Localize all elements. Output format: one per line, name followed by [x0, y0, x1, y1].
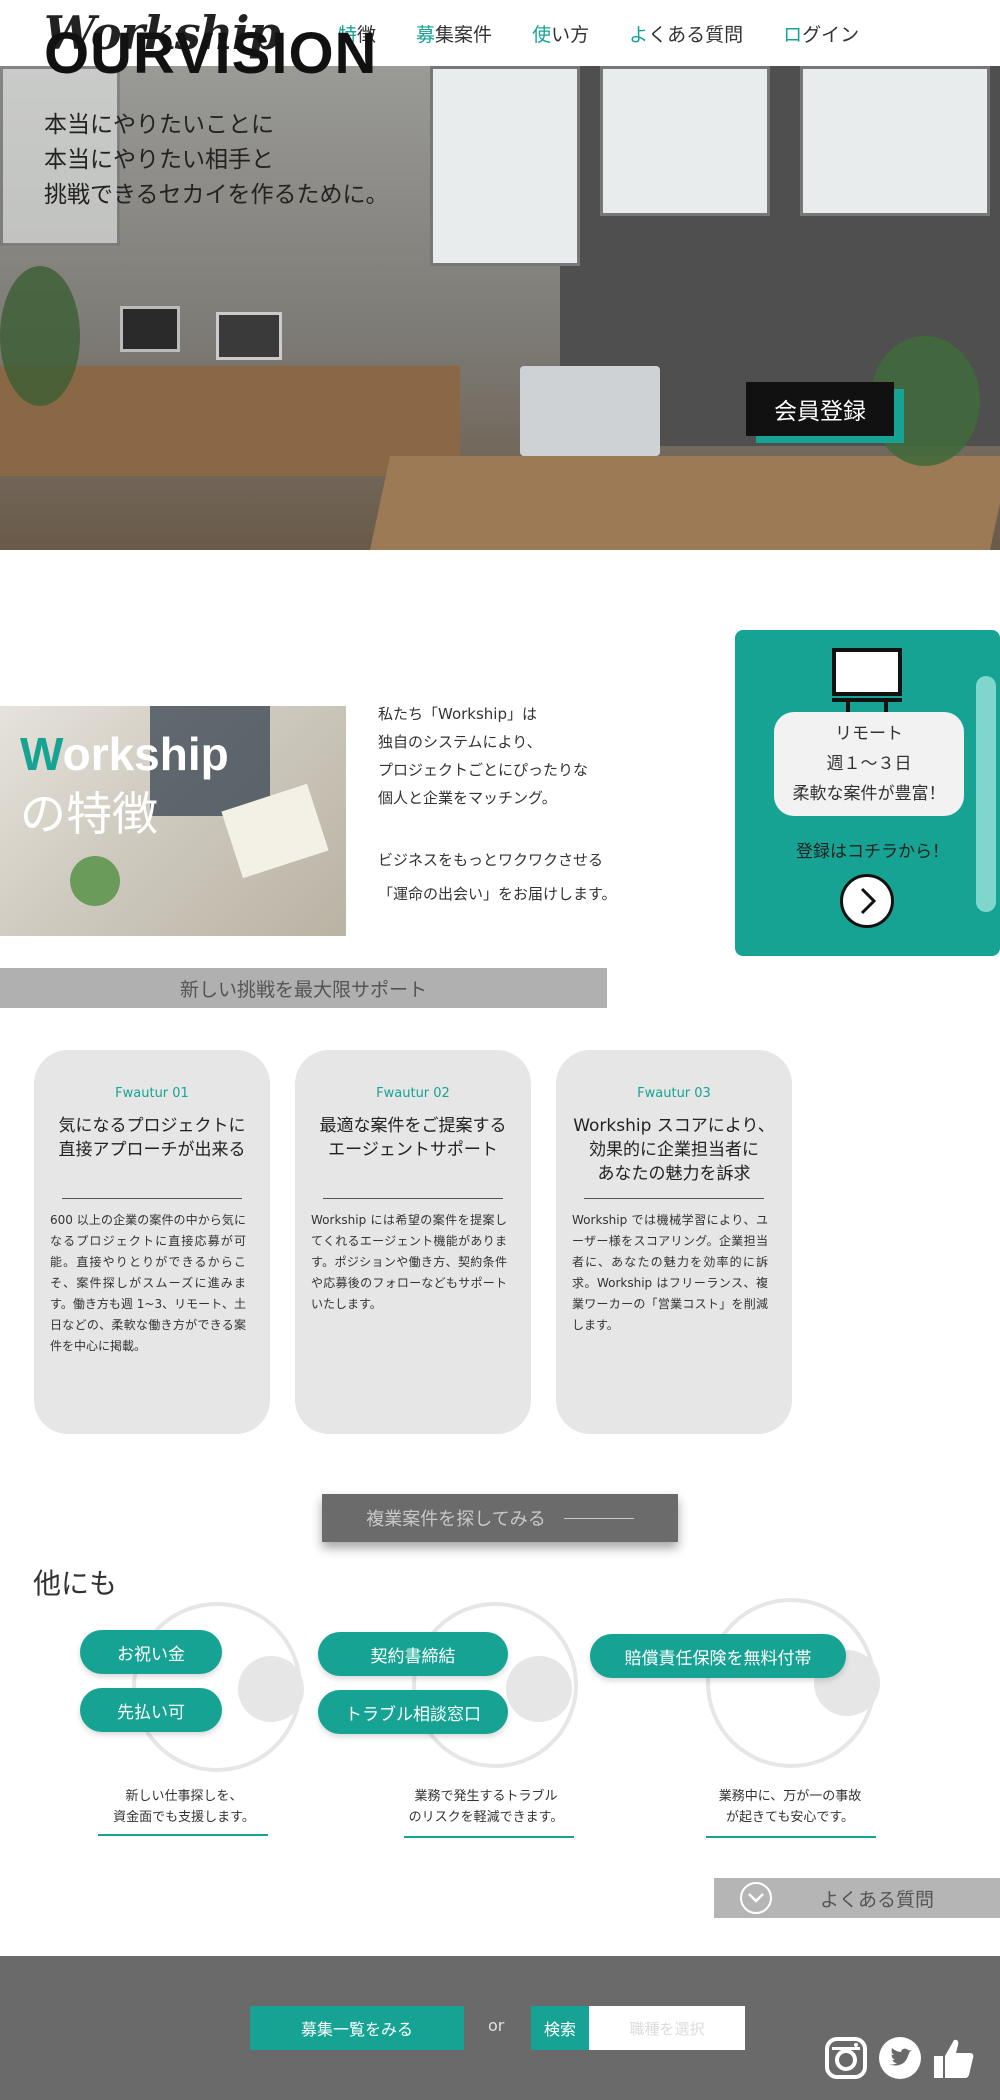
others-caption: 業務で発生するトラブル のリスクを軽減できます。	[408, 1789, 564, 1825]
nav-item-jobs[interactable]: 募集案件	[416, 20, 492, 47]
feature-heading: 気になるプロジェクトに 直接アプローチが出来る	[58, 1116, 246, 1160]
register-button[interactable]: 会員登録	[746, 382, 894, 436]
promo-bubble: リモート 週１〜３日 柔軟な案件が豊富！	[774, 712, 964, 816]
feature-divider	[584, 1198, 764, 1199]
feature-pill-contract: 契約書締結	[318, 1632, 508, 1676]
caption-underline	[706, 1836, 876, 1838]
monitor-icon	[832, 648, 902, 696]
feature-divider	[323, 1198, 503, 1199]
hero-tagline: 本当にやりたいことに 本当にやりたい相手と 挑戦できるセカイを作るために。	[44, 112, 389, 208]
feature-number: Fwautur 03	[637, 1086, 711, 1101]
or-separator: or	[488, 2016, 505, 2035]
twitter-icon[interactable]	[878, 2036, 922, 2080]
faq-label: よくある質問	[820, 1888, 935, 1911]
feature-heading: Workship スコアにより、 効果的に企業担当者に あなたの魅力を訴求	[573, 1116, 775, 1184]
intro-description: 私たち「Workship」は 独自のシステムにより、 プロジェクトごとにぴったり…	[378, 705, 617, 903]
decor-dot	[506, 1656, 572, 1722]
main-nav: 特徴 募集案件 使い方 よくある質問 ログイン	[338, 20, 859, 47]
hero-monitor	[216, 312, 282, 360]
promo-cta-text: 登録はコチラから！	[796, 842, 949, 862]
chevron-right-icon	[860, 887, 877, 915]
feature-pill-insurance: 賠償責任保険を無料付帯	[590, 1634, 846, 1678]
promo-scrollbar[interactable]	[976, 676, 996, 912]
faq-button[interactable]: よくある質問	[714, 1878, 1000, 1918]
others-caption: 業務中に、万が一の事故 が起きても安心です。	[718, 1789, 862, 1825]
chevron-down-icon	[740, 1882, 772, 1914]
feature-heading: 最適な案件をご提案する エージェントサポート	[319, 1116, 507, 1160]
intro-subtitle: の特徴	[20, 787, 158, 841]
feature-pill-bonus: お祝い金	[80, 1630, 222, 1674]
feature-number: Fwautur 01	[115, 1086, 189, 1101]
others-caption: 新しい仕事探しを、 資金面でも支援します。	[113, 1789, 255, 1825]
hero-title: OURVISION	[44, 21, 378, 86]
hero-laptop	[520, 366, 660, 456]
arrow-line-icon	[563, 1517, 634, 1519]
hero-monitor	[120, 306, 180, 352]
hero-plant	[0, 266, 80, 406]
hero-window	[600, 66, 770, 216]
nav-item-how-to-use[interactable]: 使い方	[532, 20, 589, 47]
search-button[interactable]: 検索	[531, 2006, 589, 2050]
view-listings-button[interactable]: 募集一覧をみる	[250, 2006, 464, 2050]
thumbs-up-icon[interactable]	[932, 2036, 976, 2080]
caption-underline	[404, 1836, 574, 1838]
feature-pill-prepay: 先払い可	[80, 1688, 222, 1732]
caption-underline	[98, 1834, 268, 1836]
nav-item-login[interactable]: ログイン	[783, 20, 859, 47]
feature-pill-trouble: トラブル相談窓口	[318, 1690, 508, 1734]
monitor-icon-leg	[884, 698, 888, 712]
job-type-select[interactable]: 職種を選択	[589, 2006, 745, 2050]
intro-title: Workship	[20, 728, 229, 780]
hero-window	[800, 66, 990, 216]
feature-body: Workship には希望の案件を提案してくれるエージェント機能があります。ポジ…	[311, 1213, 507, 1311]
support-banner: 新しい挑戦を最大限サポート	[0, 968, 607, 1008]
promo-arrow-button[interactable]	[840, 874, 894, 928]
feature-number: Fwautur 02	[376, 1086, 450, 1101]
instagram-icon[interactable]	[824, 2036, 868, 2080]
nav-item-faq[interactable]: よくある質問	[629, 20, 743, 47]
others-title: 他にも	[33, 1567, 118, 1600]
hero-window	[430, 66, 580, 266]
monitor-icon-leg	[846, 698, 850, 712]
feature-body: 600 以上の企業の案件の中から気になるプロジェクトに直接応募が可能。直接やりと…	[50, 1213, 246, 1353]
browse-jobs-label: 複業案件を探してみる	[366, 1509, 546, 1530]
decor-dot	[238, 1656, 304, 1722]
intro-photo-plant	[70, 856, 120, 906]
browse-jobs-button[interactable]: 複業案件を探してみる	[322, 1494, 678, 1542]
feature-body: Workship では機械学習により、ユーザー様をスコアリング。企業担当者に、あ…	[572, 1213, 768, 1332]
feature-divider	[62, 1198, 242, 1199]
hero-desk	[370, 456, 1000, 550]
monitor-icon-stand	[832, 698, 902, 702]
